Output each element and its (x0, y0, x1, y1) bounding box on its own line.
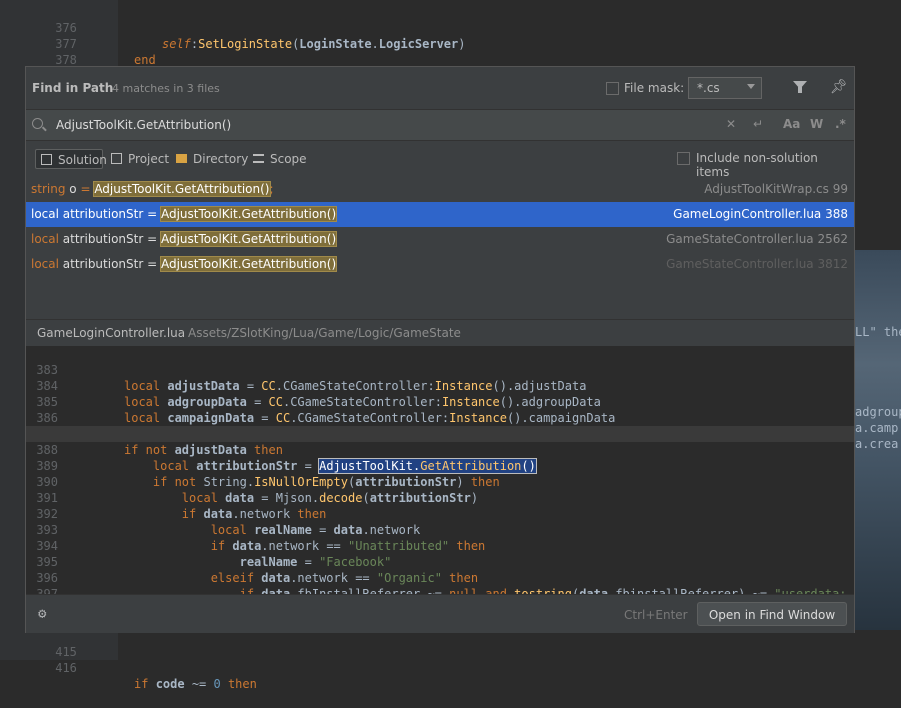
file-mask-label: File mask: (624, 81, 685, 95)
project-icon (111, 153, 122, 164)
regex-toggle[interactable]: .* (835, 117, 846, 131)
preview-file-name: GameLoginController.lua (37, 326, 186, 340)
code-preview[interactable]: 383 local adjustData = CC.CGameStateCont… (26, 346, 854, 594)
file-mask-checkbox[interactable] (606, 82, 619, 95)
match-highlight: AdjustToolKit.GetAttribution() (93, 181, 271, 197)
preview-line: 391 if data.network then (36, 491, 327, 521)
match-highlight: AdjustToolKit.GetAttribution() (159, 206, 338, 222)
preview-line: 389 if not String.IsNullOrEmpty(attribut… (36, 459, 500, 489)
result-row[interactable]: local attributionStr = AdjustToolKit.Get… (26, 252, 854, 277)
preview-line: 395 elseif data.network == "Organic" the… (36, 555, 479, 585)
preview-line: 384 local adgroupData = CC.CGameStateCon… (36, 379, 601, 409)
preview-line: 392 local realName = data.network (36, 507, 421, 537)
solution-icon (41, 154, 52, 165)
scope-directory[interactable]: Directory (171, 149, 248, 169)
include-non-solution-label: Include non-solution items (696, 151, 818, 179)
result-row[interactable]: local attributionStr = AdjustToolKit.Get… (26, 202, 854, 227)
list-icon (253, 154, 264, 163)
preview-line: 393 if data.network == "Unattributed" th… (36, 523, 486, 553)
popup-header: Find in Path 4 matches in 3 files File m… (26, 67, 854, 109)
popup-footer: ⚙ Ctrl+Enter Open in Find Window (26, 594, 854, 633)
preview-line: 386 local creativeData = CC.CGameStateCo… (36, 411, 615, 441)
whole-words-toggle[interactable]: W (810, 117, 823, 131)
include-non-solution-checkbox[interactable] (677, 152, 690, 165)
preview-line: 394 realName = "Facebook" (36, 539, 392, 569)
bg-code-line: 376 self:SetLoginState(LoginState.LogicS… (0, 4, 465, 51)
results-list[interactable]: string o = AdjustToolKit.GetAttribution(… (26, 177, 854, 317)
chevron-down-icon (747, 84, 755, 89)
gear-icon[interactable]: ⚙ (38, 607, 52, 621)
scope-row: Solution Project Directory Scope Include… (26, 147, 854, 179)
match-count: 4 matches in 3 files (112, 82, 220, 95)
result-file: AdjustToolKitWrap.cs 99 (704, 182, 848, 196)
preview-line: 383 local adjustData = CC.CGameStateCont… (36, 363, 587, 393)
match-case-toggle[interactable]: Aa (783, 117, 800, 131)
filter-icon[interactable] (793, 81, 807, 93)
preview-path-bar: GameLoginController.lua Assets/ZSlotKing… (26, 319, 854, 346)
result-file: GameLoginController.lua 388 (673, 207, 848, 221)
preview-line: 387 if not adjustData then (36, 427, 283, 457)
preview-line: 396 if data.fbInstallReferrer ~= null an… (36, 571, 854, 594)
find-in-path-popup: Find in Path 4 matches in 3 files File m… (25, 66, 855, 633)
result-file: GameStateController.lua 3812 (666, 257, 848, 271)
scope-solution[interactable]: Solution (35, 149, 107, 169)
search-row: ✕ ↵ Aa W .* (26, 109, 854, 141)
preview-directory: Assets/ZSlotKing/Lua/Game/Logic/GameStat… (188, 326, 461, 340)
bg-code-line: 377 end (0, 20, 155, 67)
match-highlight: AdjustToolKit.GetAttribution() (159, 256, 338, 272)
bg-fragment: adgroup (855, 405, 901, 419)
popup-title: Find in Path (32, 81, 114, 95)
preview-line: 398 end (26, 586, 854, 594)
result-file: GameStateController.lua 2562 (666, 232, 848, 246)
folder-icon (176, 154, 187, 163)
bg-fragment: LL" the (855, 325, 901, 339)
pin-icon[interactable]: 📌︎ (830, 79, 848, 95)
file-mask-select[interactable]: *.cs (688, 77, 762, 99)
preview-line: 390 local data = Mjson.decode(attributio… (36, 475, 479, 505)
file-mask-value: *.cs (697, 81, 720, 95)
line-number: 416 (55, 661, 77, 675)
new-line-icon[interactable]: ↵ (753, 117, 763, 131)
bg-code-line: 378 CC.CGameStateController.Instance():G… (0, 36, 770, 83)
scope-scope[interactable]: Scope (248, 149, 308, 169)
scope-project[interactable]: Project (106, 149, 174, 169)
open-in-find-window-button[interactable]: Open in Find Window (697, 602, 847, 626)
result-row[interactable]: string o = AdjustToolKit.GetAttribution(… (26, 177, 854, 202)
bg-fragment: a.crea (855, 437, 899, 451)
bg-fragment: a.camp (855, 421, 899, 435)
result-row[interactable]: local attributionStr = AdjustToolKit.Get… (26, 227, 854, 252)
shortcut-hint: Ctrl+Enter (624, 608, 688, 622)
preview-line: 385 local campaignData = CC.CGameStateCo… (36, 395, 616, 425)
clear-icon[interactable]: ✕ (726, 117, 736, 131)
preview-current-line: 388 local attributionStr = AdjustToolKit… (26, 426, 854, 474)
search-icon[interactable] (32, 118, 43, 129)
search-input[interactable] (56, 116, 656, 134)
preview-line: 397 realName = "Facebook" (36, 587, 58, 594)
match-highlight: AdjustToolKit.GetAttribution() (159, 231, 338, 247)
bg-code-line: 416 if code ~= 0 then (0, 644, 257, 691)
